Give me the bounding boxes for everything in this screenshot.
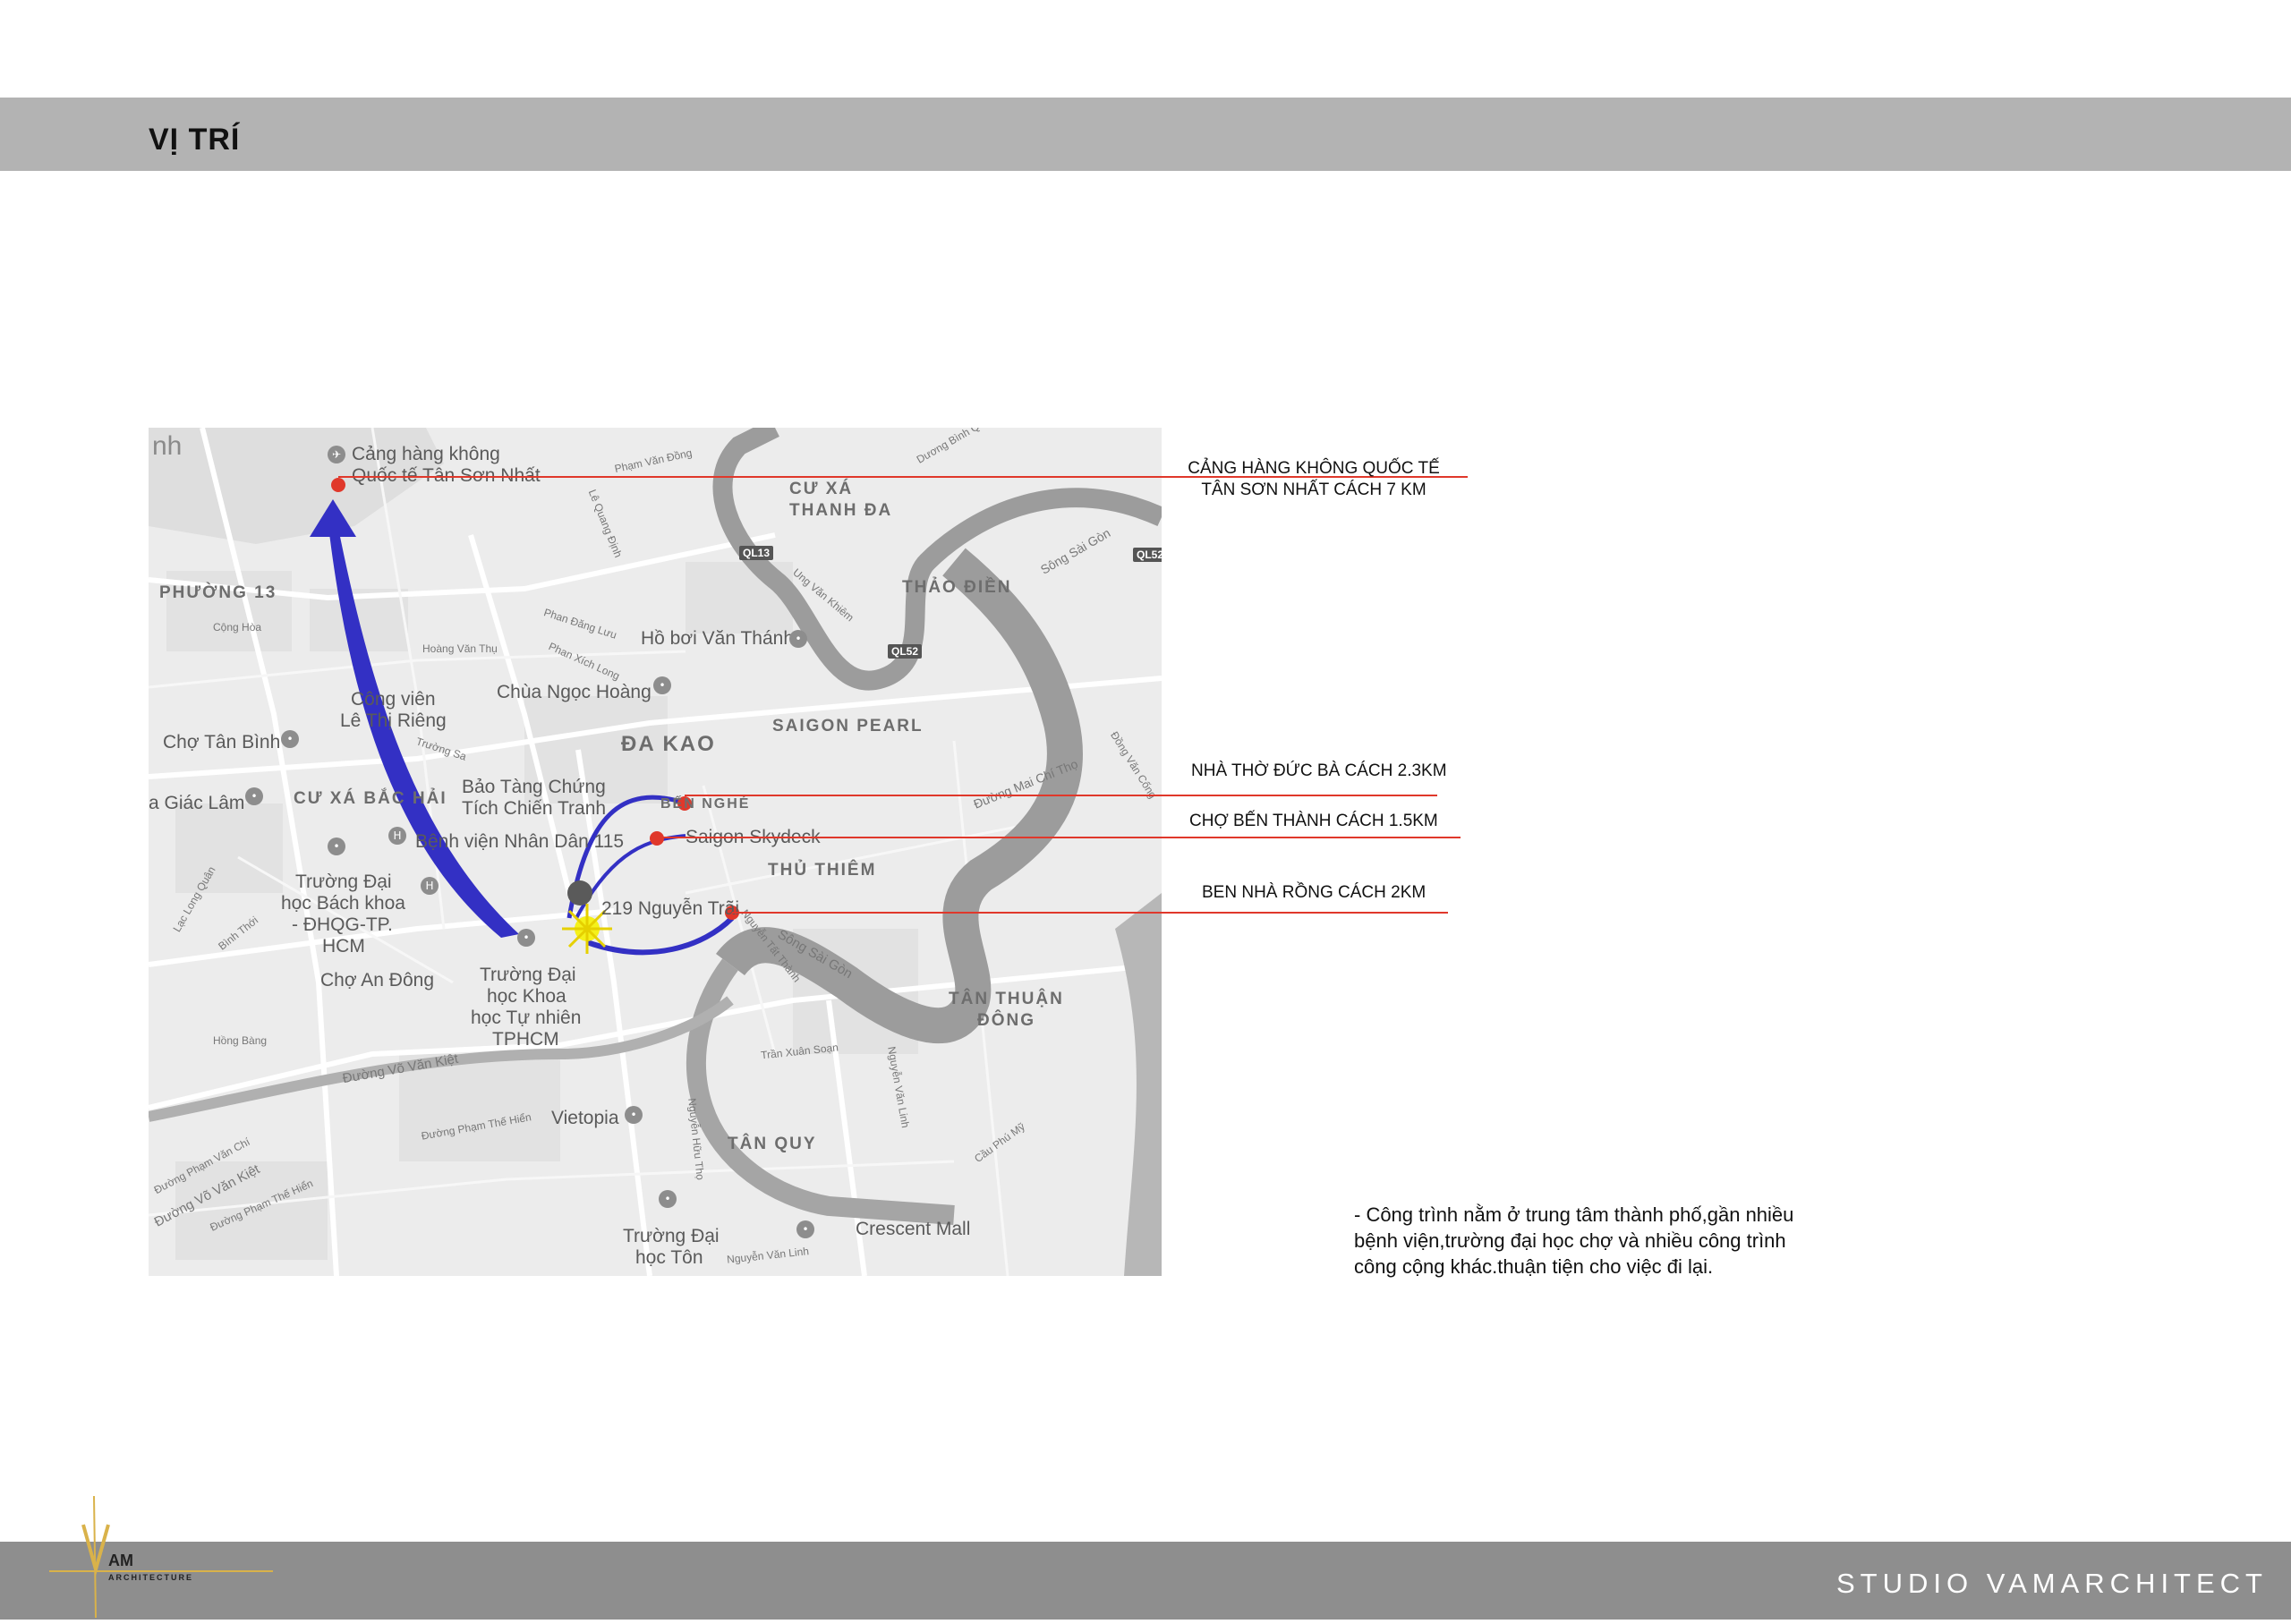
district-label: PHƯỜNG 13	[159, 583, 277, 602]
district-label: THẢO ĐIỀN	[902, 578, 1012, 597]
place-label: TPHCM	[492, 1029, 559, 1050]
place-label: Cảng hàng không	[352, 444, 500, 464]
airplane-icon: ✈	[328, 446, 345, 463]
map-base	[149, 428, 1162, 1276]
district-label: CƯ XÁ	[789, 480, 854, 498]
description: - Công trình nằm ở trung tâm thành phố,g…	[1354, 1202, 1855, 1280]
poi-pin-icon: •	[796, 1220, 814, 1238]
place-label: Bảo Tàng Chứng	[462, 777, 606, 797]
district-label: THỦ THIÊM	[768, 861, 877, 880]
hospital-icon: H	[388, 827, 406, 845]
place-label: Saigon Skydeck	[686, 827, 821, 847]
description-line: công cộng khác.thuận tiện cho việc đi lạ…	[1354, 1255, 1714, 1278]
district-label: ĐÔNG	[977, 1011, 1035, 1030]
place-label: 219 Nguyễn Trãi	[601, 898, 740, 919]
poi-pin-icon: •	[625, 1106, 643, 1124]
logo-text: AM	[108, 1552, 133, 1569]
hospital-icon: H	[421, 877, 439, 895]
district-label: BẾN NGHÉ	[660, 796, 751, 812]
place-label: Trường Đại	[480, 965, 576, 985]
pin-airport	[331, 478, 345, 492]
place-label: Công viên	[351, 689, 436, 710]
place-label: Trường Đại	[295, 872, 392, 892]
callout-airport-line1: CẢNG HÀNG KHÔNG QUỐC TẾ	[1188, 459, 1440, 478]
place-label: Tích Chiến Tranh	[462, 798, 607, 819]
district-label: SAIGON PEARL	[772, 717, 924, 735]
header-bar	[0, 98, 2291, 171]
callout-airport: CẢNG HÀNG KHÔNG QUỐC TẾ TÂN SƠN NHẤT CÁC…	[1180, 458, 1448, 501]
studio-name: STUDIO VAMARCHITECT	[1836, 1568, 2268, 1599]
studio-logo: AM ARCHITECTURE	[49, 1494, 282, 1624]
poi-pin-icon: •	[245, 787, 263, 805]
callout-airport-line2: TÂN SƠN NHẤT CÁCH 7 KM	[1201, 480, 1427, 499]
place-label: học Bách khoa	[281, 893, 405, 914]
place-label: Crescent Mall	[856, 1219, 971, 1239]
place-label: học Khoa	[487, 986, 566, 1007]
place-label: Vietopia	[551, 1108, 619, 1128]
logo-subtext: ARCHITECTURE	[108, 1573, 193, 1582]
place-label: Bệnh viện Nhân Dân 115	[415, 831, 625, 852]
callout-market: CHỢ BẾN THÀNH CÁCH 1.5KM	[1189, 812, 1438, 830]
highway-shield: QL13	[739, 546, 774, 560]
place-label: Lê Thị Riêng	[340, 710, 447, 731]
district-label: ĐA KAO	[621, 732, 716, 756]
district-label: TÂN THUẬN	[949, 990, 1064, 1008]
poi-pin-icon: •	[659, 1190, 677, 1208]
highway-shield: QL52	[888, 644, 923, 659]
street-label: Cộng Hòa	[213, 621, 262, 633]
pin-market	[650, 831, 664, 846]
poi-pin-icon: •	[281, 730, 299, 748]
place-label: Trường Đại	[623, 1226, 720, 1246]
place-label: Quốc tế Tân Sơn Nhất	[352, 465, 541, 486]
callout-wharf: BEN NHÀ RỒNG CÁCH 2KM	[1202, 883, 1427, 902]
district-label: THANH ĐA	[789, 501, 893, 520]
place-label: Chợ Tân Bình	[163, 732, 281, 752]
place-label: học Tự nhiên	[471, 1008, 582, 1028]
poi-pin-icon: •	[653, 676, 671, 694]
place-label: HCM	[322, 936, 365, 957]
place-label: Chợ An Đông	[320, 970, 435, 991]
callout-cathedral: NHÀ THỜ ĐỨC BÀ CÁCH 2.3KM	[1191, 761, 1447, 780]
place-label: Chùa Ngọc Hoàng	[497, 682, 652, 702]
location-map[interactable]: CƯ XÁ THANH ĐA THẢO ĐIỀN PHƯỜNG 13 ĐA KA…	[149, 428, 1162, 1276]
page-title: VỊ TRÍ	[149, 123, 241, 157]
poi-pin-icon: •	[328, 838, 345, 855]
street-label: Hoàng Văn Thụ	[422, 642, 498, 655]
place-label: học Tôn	[635, 1247, 703, 1268]
description-line: bệnh viện,trường đại học chợ và nhiều cô…	[1354, 1229, 1786, 1252]
district-label: CƯ XÁ BẮC HẢI	[294, 789, 447, 808]
place-label: a Giác Lâm	[149, 793, 245, 813]
description-line: - Công trình nằm ở trung tâm thành phố,g…	[1354, 1203, 1794, 1226]
street-label: Hồng Bàng	[213, 1034, 268, 1047]
district-label: TÂN QUY	[728, 1135, 817, 1153]
poi-pin-icon: •	[517, 929, 535, 947]
highway-shield: QL52	[1133, 548, 1162, 562]
place-label: - ĐHQG-TP.	[292, 914, 393, 935]
place-label: Hồ bơi Văn Thánh	[641, 628, 794, 649]
poi-pin-icon: •	[789, 630, 807, 648]
place-label: nh	[152, 431, 183, 461]
